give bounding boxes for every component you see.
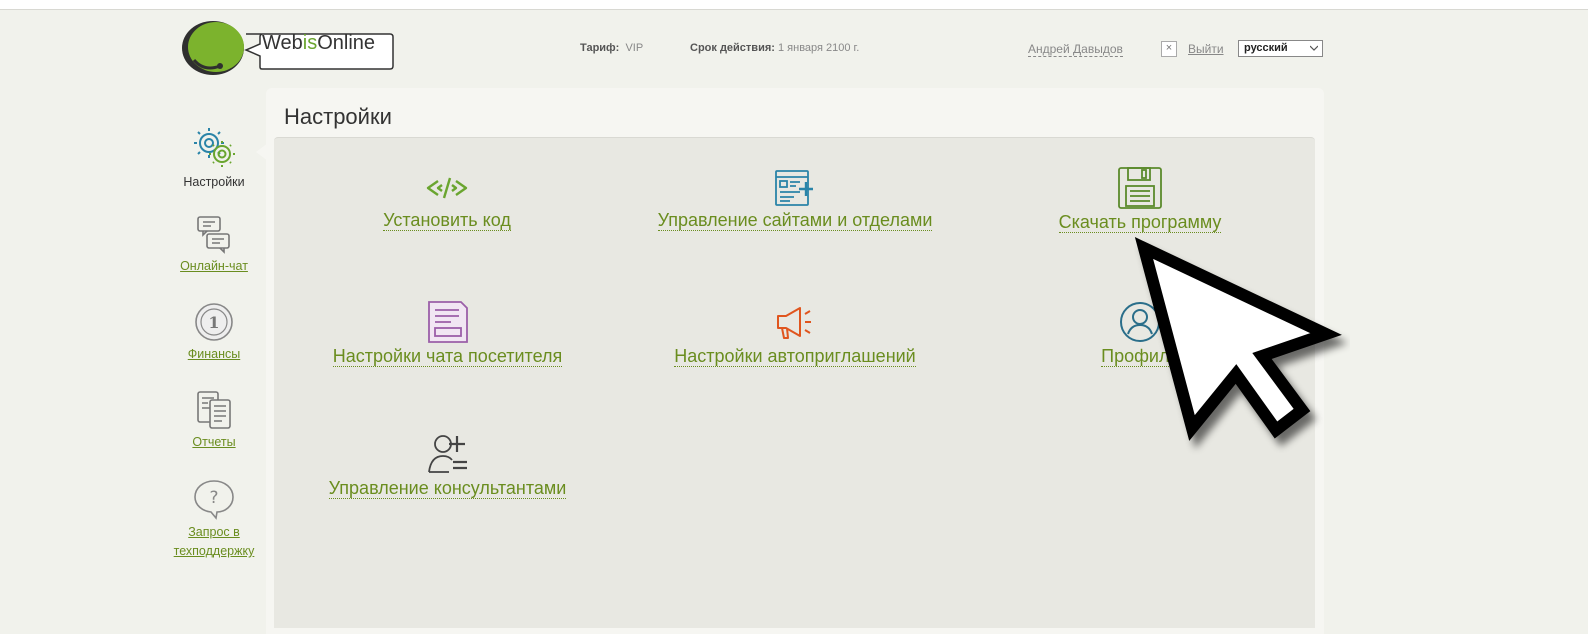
chat-window-icon — [427, 301, 468, 343]
active-pointer — [256, 143, 268, 161]
user-name-link[interactable]: Андрей Давыдов — [1028, 42, 1123, 57]
sidebar-item-label: Запрос в — [188, 525, 240, 539]
code-icon — [426, 177, 468, 199]
tariff-value: VIP — [625, 42, 644, 54]
coin-icon: 1 — [195, 303, 233, 341]
language-select[interactable]: русский — [1238, 40, 1323, 57]
sidebar-item-online-chat[interactable]: Онлайн-чат — [160, 214, 268, 276]
tile-label: Настройки автоприглашений — [674, 346, 916, 367]
reports-icon — [197, 391, 231, 429]
tile-label: Настройки чата посетителя — [332, 346, 563, 367]
sidebar-item-label: техподдержку — [173, 544, 255, 558]
page-title: Настройки — [284, 104, 392, 129]
tile-download-program[interactable]: Скачать программу — [1040, 166, 1240, 233]
tile-label: Установить код — [383, 210, 511, 231]
sites-icon — [775, 170, 813, 206]
tile-label: Скачать программу — [1058, 212, 1222, 233]
question-bubble-icon: ? — [194, 480, 234, 520]
sidebar-item-settings[interactable]: Настройки — [160, 126, 268, 192]
tile-profile[interactable]: Профиль — [1070, 300, 1210, 367]
tile-install-code[interactable]: Установить код — [327, 168, 567, 231]
sidebar-item-finance[interactable]: 1 Финансы — [160, 302, 268, 364]
validity-label: Срок действия: — [690, 42, 775, 54]
logo[interactable]: WebisOnline — [180, 20, 395, 78]
tariff-info: Тариф: VIP — [580, 42, 643, 54]
logout-link[interactable]: Выйти — [1188, 42, 1224, 56]
close-icon[interactable]: × — [1161, 41, 1177, 57]
tile-label: Управление консультантами — [328, 478, 567, 499]
validity-info: Срок действия: 1 января 2100 г. — [690, 42, 859, 54]
tile-manage-consultants[interactable]: Управление консультантами — [310, 432, 585, 499]
top-border — [0, 0, 1588, 10]
megaphone-icon — [777, 307, 811, 339]
sidebar-item-label: Настройки — [183, 175, 245, 189]
language-selected: русский — [1244, 42, 1288, 54]
tariff-label: Тариф: — [580, 42, 620, 54]
chevron-down-icon — [1310, 45, 1318, 51]
add-user-icon — [427, 435, 467, 473]
validity-value: 1 января 2100 г. — [777, 42, 860, 54]
sidebar-item-label: Онлайн-чат — [180, 259, 248, 273]
chat-bubbles-icon — [197, 216, 230, 254]
sidebar-item-label: Финансы — [187, 347, 241, 361]
tile-label: Управление сайтами и отделами — [657, 210, 933, 231]
tile-visitor-chat-settings[interactable]: Настройки чата посетителя — [310, 300, 585, 367]
sidebar-item-label: Отчеты — [192, 435, 236, 449]
gears-icon — [194, 128, 235, 167]
tile-auto-invitations[interactable]: Настройки автоприглашений — [650, 300, 940, 367]
tile-manage-sites[interactable]: Управление сайтами и отделами — [640, 168, 950, 231]
logo-text: WebisOnline — [262, 32, 376, 54]
sidebar-item-support-request[interactable]: ? Запрос в техподдержку — [160, 478, 268, 561]
svg-text:?: ? — [209, 488, 218, 508]
sidebar-item-reports[interactable]: Отчеты — [160, 390, 268, 452]
floppy-disk-icon — [1118, 167, 1162, 209]
tile-label: Профиль — [1101, 346, 1179, 367]
profile-icon — [1120, 302, 1160, 342]
svg-text:1: 1 — [208, 313, 219, 332]
